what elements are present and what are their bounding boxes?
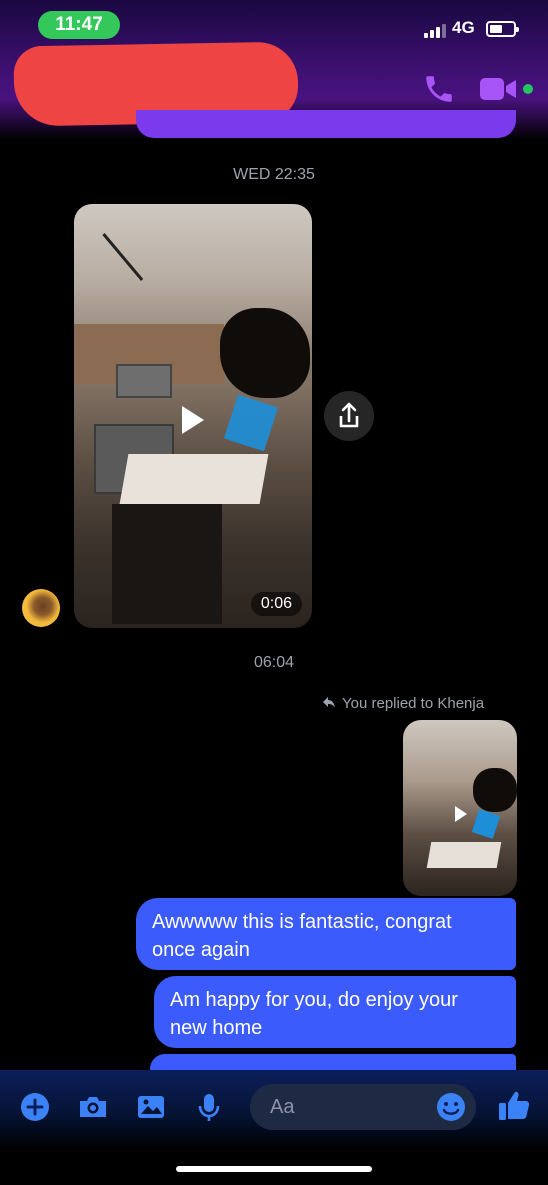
status-time: 11:47 (38, 11, 120, 39)
reply-indicator: You replied to Khenja (322, 695, 484, 712)
camera-icon[interactable] (76, 1090, 110, 1124)
network-type: 4G (452, 18, 475, 37)
gallery-icon[interactable] (134, 1090, 168, 1124)
timestamp: WED 22:35 (233, 166, 315, 183)
video-call-icon[interactable] (478, 74, 518, 104)
home-indicator[interactable] (176, 1166, 372, 1172)
message-bubble[interactable]: Am happy for you, do enjoy your new home (154, 976, 516, 1048)
replied-video-thumbnail[interactable] (403, 720, 517, 896)
phone-icon[interactable] (422, 72, 456, 106)
reply-label-text: You replied to Khenja (342, 695, 485, 712)
plus-icon[interactable] (18, 1090, 52, 1124)
emoji-icon[interactable] (434, 1090, 468, 1124)
online-status-dot (523, 84, 533, 94)
message-input-placeholder: Aa (270, 1096, 295, 1118)
message-bubble[interactable]: Awwwww this is fantastic, congrat once a… (136, 898, 516, 970)
previous-message-bubble[interactable] (136, 110, 516, 138)
mic-icon[interactable] (192, 1090, 226, 1124)
video-message[interactable]: 0:06 (74, 204, 312, 628)
timestamp: 06:04 (253, 654, 295, 671)
like-icon[interactable] (496, 1088, 532, 1124)
share-icon[interactable] (324, 391, 374, 441)
video-duration: 0:06 (250, 592, 302, 616)
signal-icon (424, 22, 446, 38)
reply-arrow-icon (322, 695, 336, 712)
play-icon[interactable] (172, 400, 212, 440)
avatar[interactable] (22, 589, 60, 627)
status-bar: 11:47 4G (0, 0, 548, 48)
battery-icon (486, 21, 519, 37)
